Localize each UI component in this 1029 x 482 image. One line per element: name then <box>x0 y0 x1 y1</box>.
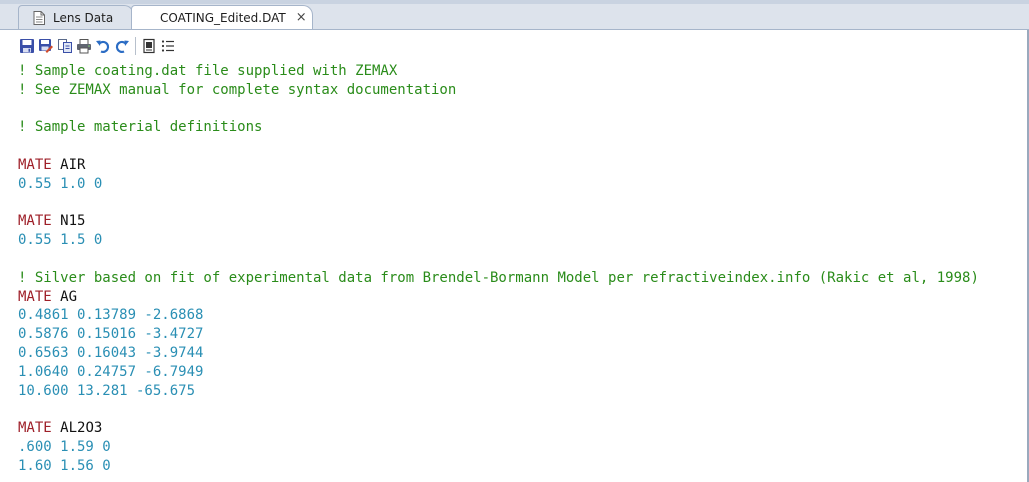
material-name: AL2O3 <box>60 420 103 437</box>
save-as-icon <box>38 39 53 53</box>
data-values: 1.0640 0.24757 -6.7949 <box>18 363 204 380</box>
tab-bar-border <box>0 29 1029 30</box>
tab-coating-edited-dat[interactable]: COATING_Edited.DAT × <box>131 5 313 30</box>
material-name: AG <box>60 288 78 305</box>
code-line: 0.6563 0.16043 -3.9744 <box>18 344 1025 363</box>
tab-lens-data[interactable]: Lens Data <box>18 5 134 30</box>
code-editor[interactable]: ! Sample coating.dat file supplied with … <box>18 62 1025 476</box>
material-name: AIR <box>60 156 86 173</box>
comment-text: ! Sample material definitions <box>18 119 263 136</box>
code-line: 0.55 1.5 0 <box>18 231 1025 250</box>
data-values: 1.60 1.56 0 <box>18 457 111 474</box>
window-icon <box>142 38 155 54</box>
tab-bar: Lens Data COATING_Edited.DAT × <box>0 0 1029 30</box>
code-line: MATE N15 <box>18 212 1025 231</box>
list-icon <box>161 40 174 52</box>
keyword-mate: MATE <box>18 156 52 173</box>
code-line: ! Sample coating.dat file supplied with … <box>18 62 1025 81</box>
save-icon <box>19 39 34 53</box>
code-line: MATE AG <box>18 288 1025 307</box>
redo-icon <box>115 40 129 54</box>
code-line: 0.4861 0.13789 -2.6868 <box>18 306 1025 325</box>
copy-icon <box>57 39 72 53</box>
comment-text: ! Sample coating.dat file supplied with … <box>18 63 398 79</box>
print-icon <box>76 39 91 54</box>
data-values: 0.55 1.5 0 <box>18 232 103 249</box>
document-icon <box>33 11 45 25</box>
data-values: 10.600 13.281 -65.675 <box>18 382 196 399</box>
tab-label: Lens Data <box>53 11 114 25</box>
print-button[interactable] <box>75 38 92 55</box>
code-line: MATE AL2O3 <box>18 419 1025 438</box>
undo-icon <box>95 40 109 54</box>
editor-toolbar <box>18 36 178 56</box>
code-line: 1.60 1.56 0 <box>18 457 1025 476</box>
tab-bar-strip <box>0 0 1029 4</box>
window-button[interactable] <box>140 38 157 55</box>
code-line: MATE AIR <box>18 156 1025 175</box>
tab-label: COATING_Edited.DAT <box>160 10 286 25</box>
code-line: 10.600 13.281 -65.675 <box>18 382 1025 401</box>
list-button[interactable] <box>159 38 176 55</box>
code-line: ! Silver based on fit of experimental da… <box>18 269 1025 288</box>
code-line: ! Sample material definitions <box>18 118 1025 137</box>
undo-button[interactable] <box>94 38 111 55</box>
code-line: 0.5876 0.15016 -3.4727 <box>18 325 1025 344</box>
comment-text: ! See ZEMAX manual for complete syntax d… <box>18 81 457 98</box>
data-values: 0.6563 0.16043 -3.9744 <box>18 344 204 361</box>
save-button[interactable] <box>18 38 35 55</box>
code-line: 0.55 1.0 0 <box>18 175 1025 194</box>
comment-text: ! Silver based on fit of experimental da… <box>18 269 979 286</box>
material-name: N15 <box>60 213 86 230</box>
keyword-mate: MATE <box>18 288 52 305</box>
data-values: 0.55 1.0 0 <box>18 175 103 192</box>
redo-button[interactable] <box>113 38 130 55</box>
toolbar-separator <box>135 37 136 55</box>
data-values: 0.4861 0.13789 -2.6868 <box>18 307 204 324</box>
keyword-mate: MATE <box>18 213 52 230</box>
keyword-mate: MATE <box>18 420 52 437</box>
copy-button[interactable] <box>56 38 73 55</box>
save-as-button[interactable] <box>37 38 54 55</box>
data-values: .600 1.59 0 <box>18 438 111 455</box>
data-values: 0.5876 0.15016 -3.4727 <box>18 326 204 343</box>
code-line: .600 1.59 0 <box>18 438 1025 457</box>
code-line: 1.0640 0.24757 -6.7949 <box>18 363 1025 382</box>
code-line: ! See ZEMAX manual for complete syntax d… <box>18 81 1025 100</box>
close-tab-icon[interactable]: × <box>296 10 307 25</box>
